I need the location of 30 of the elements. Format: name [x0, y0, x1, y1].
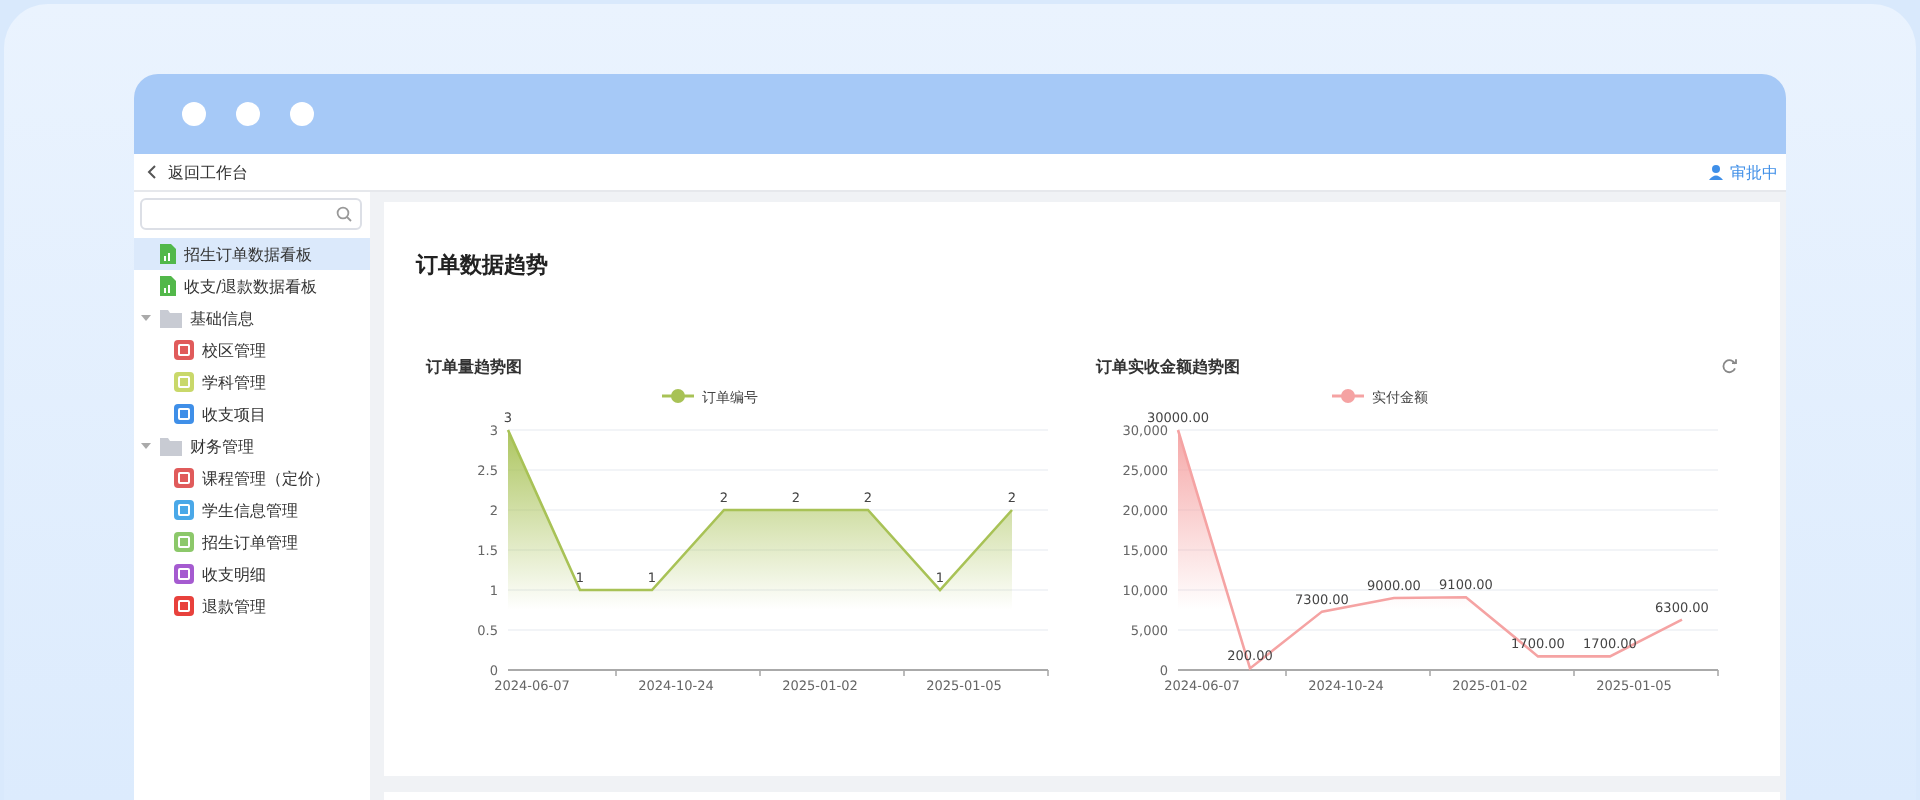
document-icon	[160, 244, 176, 264]
search-icon	[336, 206, 352, 222]
folder-icon	[160, 309, 182, 327]
caret-icon	[140, 312, 152, 324]
sidebar-item[interactable]: 退款管理	[134, 590, 370, 622]
refresh-icon[interactable]	[1722, 358, 1738, 374]
section-title: 订单数据趋势	[416, 250, 550, 280]
sidebar-item[interactable]: 校区管理	[134, 334, 370, 366]
sidebar-item[interactable]: 收支项目	[134, 398, 370, 430]
chevron-left-icon	[146, 164, 158, 180]
search-field[interactable]	[140, 198, 362, 230]
chart-title: 订单实收金额趋势图	[1096, 355, 1240, 377]
sidebar-item[interactable]: 收支明细	[134, 558, 370, 590]
window-dot	[236, 102, 260, 126]
caret-icon	[140, 440, 152, 452]
back-link[interactable]: 返回工作台	[146, 161, 248, 183]
document-icon	[160, 276, 176, 296]
tree-folder[interactable]: 基础信息	[134, 302, 370, 334]
user-icon	[1708, 164, 1724, 180]
chart-title: 订单量趋势图	[426, 355, 522, 377]
sidebar-item[interactable]: 收支/退款数据看板	[134, 270, 370, 302]
sidebar-item[interactable]: 课程管理（定价）	[134, 462, 370, 494]
window-dot	[290, 102, 314, 126]
sidebar-item[interactable]: 招生订单数据看板	[134, 238, 370, 270]
sidebar-item[interactable]: 学科管理	[134, 366, 370, 398]
folder-icon	[160, 437, 182, 455]
sidebar-item[interactable]: 学生信息管理	[134, 494, 370, 526]
tree-folder[interactable]: 财务管理	[134, 430, 370, 462]
sidebar-item[interactable]: 招生订单管理	[134, 526, 370, 558]
window-dot	[182, 102, 206, 126]
